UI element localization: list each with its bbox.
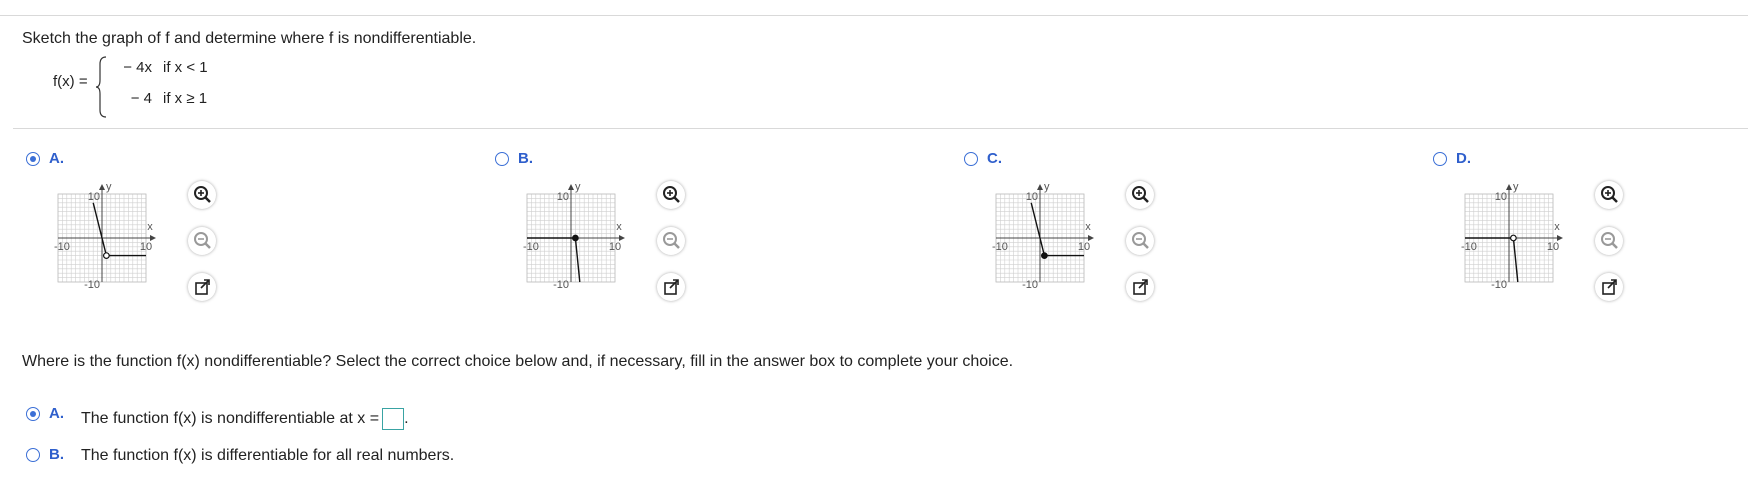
option-a-radio[interactable] — [26, 152, 40, 166]
option-a-graph: y x 10 -10 -10 10 — [54, 181, 156, 291]
y-axis-label: y — [575, 181, 581, 193]
zoom-out-icon — [194, 232, 211, 249]
y-axis-arrow — [1037, 184, 1043, 190]
option-a-label: A. — [49, 150, 64, 167]
x-max-tick-label: 10 — [1547, 241, 1559, 253]
option-c-zoom-in-button[interactable] — [1126, 181, 1154, 209]
y-max-tick-label: 10 — [1495, 191, 1507, 203]
option-d-zoom-out-button[interactable] — [1595, 227, 1623, 255]
option-b-graph: y x 10 -10 -10 10 — [523, 181, 625, 291]
option-a-popout-button[interactable] — [188, 273, 216, 301]
popout-icon — [664, 279, 679, 295]
popout-icon — [1602, 279, 1617, 295]
option-b-popout-button[interactable] — [657, 273, 685, 301]
open-point — [1510, 234, 1517, 242]
choice-b-label: B. — [49, 446, 64, 463]
x-min-tick-label: -10 — [1461, 241, 1477, 253]
closed-point — [1041, 252, 1048, 259]
open-point — [103, 252, 110, 259]
choice-a-row: The function f(x) is nondifferentiable a… — [81, 408, 409, 430]
x-axis-label: x — [616, 221, 622, 233]
zoom-out-icon — [1132, 232, 1149, 249]
y-max-tick-label: 10 — [1026, 191, 1038, 203]
zoom-in-icon — [1601, 186, 1618, 203]
y-axis-arrow — [1506, 184, 1512, 190]
choice-a-radio[interactable] — [26, 407, 40, 421]
option-c-popout-button[interactable] — [1126, 273, 1154, 301]
x-max-tick-label: 10 — [1078, 241, 1090, 253]
x-axis-label: x — [1085, 221, 1091, 233]
option-d-label: D. — [1456, 150, 1471, 167]
x-axis-label: x — [1554, 221, 1560, 233]
piece-2-expr: − 4 — [130, 90, 152, 107]
question-prompt: Sketch the graph of f and determine wher… — [22, 30, 477, 47]
zoom-out-icon — [1601, 232, 1618, 249]
popout-icon — [1133, 279, 1148, 295]
piece-2-condition: if x ≥ 1 — [163, 90, 243, 108]
x-min-tick-label: -10 — [523, 241, 539, 253]
piece-1-expr: − 4x — [123, 59, 152, 76]
piece-2-expression: − 4 — [108, 90, 152, 108]
closed-point — [572, 234, 579, 242]
option-a-zoom-out-button[interactable] — [188, 227, 216, 255]
option-c-radio[interactable] — [964, 152, 978, 166]
section-divider — [13, 128, 1748, 129]
piece-1-condition: if x < 1 — [163, 59, 243, 77]
x-axis-label: x — [147, 221, 153, 233]
popout-icon — [195, 279, 210, 295]
zoom-out-icon — [663, 232, 680, 249]
y-min-tick-label: -10 — [1022, 279, 1038, 291]
piece-2-cond: if x ≥ 1 — [163, 90, 208, 107]
y-axis-label: y — [1044, 181, 1050, 193]
piece-1-cond: if x < 1 — [163, 59, 208, 76]
y-axis-label: y — [106, 181, 112, 193]
zoom-in-icon — [663, 186, 680, 203]
followup-prompt: Where is the function f(x) nondifferenti… — [22, 353, 1014, 370]
y-min-tick-label: -10 — [84, 279, 100, 291]
function-label: f(x) = — [53, 73, 88, 90]
answer-input[interactable] — [382, 408, 405, 430]
option-d-graph: y x 10 -10 -10 10 — [1461, 181, 1563, 291]
y-min-tick-label: -10 — [553, 279, 569, 291]
y-max-tick-label: 10 — [88, 191, 100, 203]
choice-a-text: The function f(x) is nondifferentiable a… — [81, 410, 380, 428]
y-min-tick-label: -10 — [1491, 279, 1507, 291]
y-axis-label: y — [1513, 181, 1519, 193]
x-min-tick-label: -10 — [54, 241, 70, 253]
choice-a-label: A. — [49, 405, 64, 422]
option-d-zoom-in-button[interactable] — [1595, 181, 1623, 209]
brace-icon — [96, 56, 107, 118]
y-max-tick-label: 10 — [557, 191, 569, 203]
option-c-label: C. — [987, 150, 1002, 167]
option-c-zoom-out-button[interactable] — [1126, 227, 1154, 255]
option-a-zoom-in-button[interactable] — [188, 181, 216, 209]
option-b-label: B. — [518, 150, 533, 167]
top-divider — [0, 15, 1748, 16]
zoom-in-icon — [194, 186, 211, 203]
x-min-tick-label: -10 — [992, 241, 1008, 253]
x-max-tick-label: 10 — [609, 241, 621, 253]
option-b-zoom-out-button[interactable] — [657, 227, 685, 255]
zoom-in-icon — [1132, 186, 1149, 203]
option-b-zoom-in-button[interactable] — [657, 181, 685, 209]
option-c-graph: y x 10 -10 -10 10 — [992, 181, 1094, 291]
x-max-tick-label: 10 — [140, 241, 152, 253]
y-axis-arrow — [99, 184, 105, 190]
piece-1-expression: − 4x — [108, 59, 152, 77]
choice-b-radio[interactable] — [26, 448, 40, 462]
option-d-popout-button[interactable] — [1595, 273, 1623, 301]
option-b-radio[interactable] — [495, 152, 509, 166]
y-axis-arrow — [568, 184, 574, 190]
choice-a-suffix: . — [404, 410, 409, 428]
option-d-radio[interactable] — [1433, 152, 1447, 166]
choice-b-text: The function f(x) is differentiable for … — [81, 447, 455, 464]
